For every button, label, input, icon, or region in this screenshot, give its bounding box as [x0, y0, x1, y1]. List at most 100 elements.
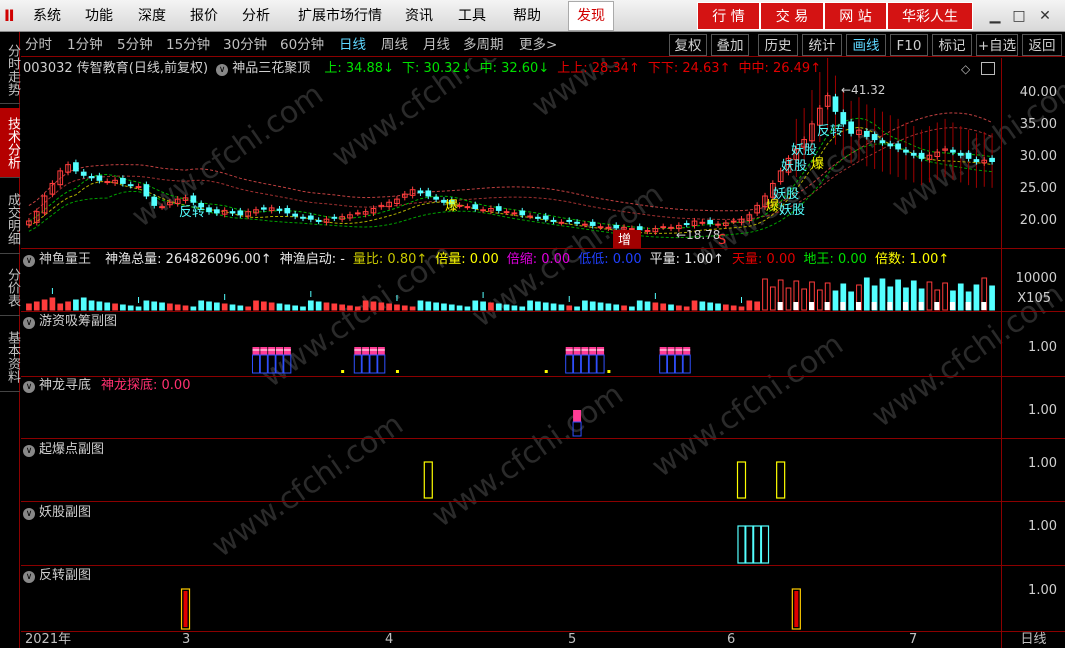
menu-function[interactable]: 功能 — [78, 0, 120, 32]
tab-website[interactable]: 网 站 — [824, 2, 887, 30]
indicator-settings-icon[interactable]: ∨ — [23, 381, 35, 393]
candle-body — [566, 219, 573, 222]
vol-y-label: 10000 — [1015, 271, 1057, 286]
candle-body — [229, 211, 236, 214]
volume-bar — [535, 301, 541, 311]
volume-bar — [206, 301, 212, 311]
menu-help[interactable]: 帮助 — [506, 0, 548, 32]
sub4-title: ∨ 妖股副图 — [23, 505, 91, 521]
period-daily[interactable]: 日线 — [339, 33, 366, 57]
indicator-settings-icon[interactable]: ∨ — [216, 64, 229, 76]
vtab-price-table[interactable]: 分价表 — [0, 260, 20, 316]
y-label: 35.00 — [1019, 117, 1057, 132]
chart-area[interactable]: www.cfchi.com www.cfchi.com www.cfchi.com w… — [21, 58, 1065, 631]
volume-bar — [488, 302, 494, 311]
indicator-settings-icon[interactable]: ∨ — [23, 255, 35, 267]
volume-bar — [159, 302, 165, 311]
sub1-title: ∨ 游资吸筹副图 — [23, 314, 117, 330]
accumulation-dot — [544, 370, 548, 373]
vol-unit: X105 — [1017, 291, 1051, 306]
menu-tools[interactable]: 工具 — [451, 0, 493, 32]
candle-body — [832, 96, 839, 112]
menu-discover[interactable]: 发现 — [568, 1, 614, 31]
indicator-settings-icon[interactable]: ∨ — [23, 317, 35, 329]
vtab-technical[interactable]: 技术分析 — [0, 108, 20, 178]
period-weekly[interactable]: 周线 — [381, 33, 408, 57]
tool-overlay[interactable]: 叠加 — [711, 34, 749, 56]
indicator-settings-icon[interactable]: ∨ — [23, 508, 35, 520]
accumulation-bar — [667, 347, 675, 355]
volume-bar — [699, 301, 706, 311]
sub2-indicator-name[interactable]: 神龙寻底 — [39, 378, 91, 393]
tool-add-favorite[interactable]: +自选 — [976, 34, 1018, 56]
period-multi[interactable]: 多周期 — [463, 33, 504, 57]
diamond-icon[interactable]: ◇ — [961, 62, 970, 76]
x-tick: 7 — [909, 632, 918, 647]
menu-news[interactable]: 资讯 — [398, 0, 440, 32]
tab-trade[interactable]: 交 易 — [760, 2, 824, 30]
volume-bar — [738, 306, 745, 311]
candle-body — [237, 210, 244, 216]
candle-body — [918, 152, 925, 159]
chart-canvas[interactable]: www.cfchi.comwww.cfchi.comwww.cfchi.com w… — [21, 58, 1065, 631]
volume-bar — [401, 305, 408, 311]
sub3-indicator-name[interactable]: 起爆点副图 — [39, 442, 104, 457]
accumulation-bar — [597, 347, 605, 355]
tab-huacai-life[interactable]: 华彩人生 — [887, 2, 973, 30]
candle-body — [903, 149, 909, 153]
tool-back[interactable]: 返回 — [1022, 34, 1062, 56]
tool-mark[interactable]: 标记 — [932, 34, 972, 56]
indicator-name[interactable]: 神品三花聚顶 — [232, 61, 310, 76]
menu-quote[interactable]: 报价 — [183, 0, 225, 32]
candle-body — [143, 184, 150, 197]
volume-bar — [245, 306, 252, 311]
menu-analysis[interactable]: 分析 — [235, 0, 277, 32]
volume-bar — [644, 301, 651, 311]
vol-indicator-name[interactable]: 神鱼量王 — [39, 252, 91, 267]
tool-history[interactable]: 历史 — [758, 34, 798, 56]
sub1-indicator-name[interactable]: 游资吸筹副图 — [39, 314, 117, 329]
volume-bar — [151, 301, 158, 311]
y-axis-divider — [1001, 58, 1002, 631]
vtab-intraday[interactable]: 分时走势 — [0, 36, 20, 104]
period-indicator[interactable]: 日线 — [1001, 632, 1065, 648]
menu-depth[interactable]: 深度 — [131, 0, 173, 32]
maximize-icon[interactable]: □ — [1010, 7, 1028, 25]
close-icon[interactable]: ✕ — [1036, 7, 1054, 25]
vtab-trade-detail[interactable]: 成交明细 — [0, 184, 20, 254]
menu-system[interactable]: 系统 — [26, 0, 68, 32]
pane-toggle-icon[interactable] — [981, 62, 995, 75]
candle-body — [550, 219, 557, 222]
tool-draw[interactable]: 画线 — [846, 34, 886, 56]
volume-bar — [190, 306, 197, 311]
low-price-label: ←18.78 — [676, 228, 720, 242]
main-pane-title: 003032 传智教育(日线,前复权) ∨ 神品三花聚顶 上: 34.88↓ 下: … — [23, 61, 829, 77]
tool-adjust[interactable]: 复权 — [669, 34, 707, 56]
menu-extended-market[interactable]: 扩展市场行情 — [288, 0, 392, 32]
volume-highlight-bar — [981, 302, 987, 310]
period-30min[interactable]: 30分钟 — [223, 33, 267, 57]
sub4-indicator-name[interactable]: 妖股副图 — [39, 505, 91, 520]
explosion-signal-bar — [776, 461, 786, 499]
period-intraday[interactable]: 分时 — [25, 33, 52, 57]
candle-body — [300, 216, 306, 219]
period-60min[interactable]: 60分钟 — [280, 33, 324, 57]
period-5min[interactable]: 5分钟 — [117, 33, 153, 57]
indicator-settings-icon[interactable]: ∨ — [23, 445, 35, 457]
period-more[interactable]: 更多> — [519, 33, 557, 57]
volume-bar — [221, 303, 228, 311]
tool-statistics[interactable]: 统计 — [802, 34, 842, 56]
accumulation-base — [353, 354, 362, 374]
vtab-basic-info[interactable]: 基本资料 — [0, 322, 20, 392]
tool-f10[interactable]: F10 — [890, 34, 928, 56]
reversal-signal-bar — [183, 591, 188, 627]
tab-market[interactable]: 行 情 — [697, 2, 760, 30]
sub5-indicator-name[interactable]: 反转副图 — [39, 568, 91, 583]
period-15min[interactable]: 15分钟 — [166, 33, 210, 57]
date-axis: 2021年 3 4 5 6 7 日线 — [21, 631, 1065, 648]
period-1min[interactable]: 1分钟 — [67, 33, 103, 57]
period-monthly[interactable]: 月线 — [423, 33, 450, 57]
volume-bar — [707, 302, 714, 311]
indicator-settings-icon[interactable]: ∨ — [23, 571, 35, 583]
minimize-icon[interactable]: ▁ — [986, 7, 1004, 25]
